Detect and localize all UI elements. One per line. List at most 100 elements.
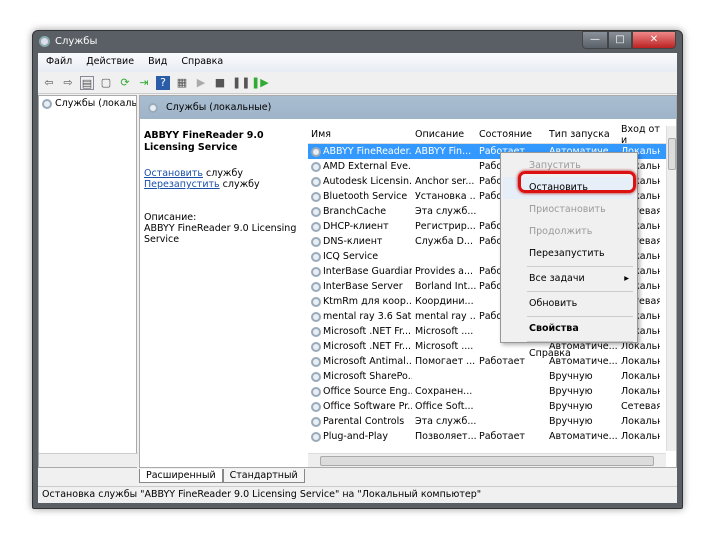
cell-name: Office Software Pr... [308,401,412,412]
console-tree-icon[interactable]: ▤ [80,75,94,90]
menu-item-all-tasks[interactable]: Все задачи ▸ [503,268,635,290]
menu-file[interactable]: Файл [46,56,72,69]
cell-name: ABBYY FineReader... [308,146,412,157]
column-description[interactable]: Описание [412,129,476,140]
menu-separator [527,266,633,267]
properties-icon[interactable]: ▢ [99,76,113,90]
back-icon[interactable]: ⇦ [42,76,56,90]
refresh-icon[interactable]: ⟳ [118,76,132,90]
service-name: Autodesk Licensin... [323,176,412,187]
service-name: KtmRm для коор... [323,296,412,307]
table-row[interactable]: Office Source Eng... Сохранен... Вручную Ло… [308,384,676,399]
service-gear-icon [311,386,321,397]
cell-desc: Microsoft .... [415,341,474,352]
cell-desc: mental ray ... [415,311,476,322]
view-icon[interactable]: ▦ [175,76,189,90]
pane-header: Службы (локальные) [140,96,676,119]
service-name: Microsoft .NET Fr... [323,326,412,337]
tab-extended[interactable]: Расширенный [139,469,223,483]
forward-icon[interactable]: ⇨ [61,76,75,90]
horizontal-scrollbar[interactable] [308,453,666,467]
service-gear-icon [311,221,321,232]
column-name[interactable]: Имя [308,129,412,140]
column-logon[interactable]: Вход от и [618,124,660,146]
menu-item-restart[interactable]: Перезапустить [503,243,635,265]
menu-view[interactable]: Вид [148,56,167,69]
description-label: Описание: [144,212,197,223]
pause-icon[interactable]: ❚❚ [232,76,250,90]
service-gear-icon [311,236,321,247]
menu-separator [527,341,633,342]
service-gear-icon [311,191,321,202]
services-icon [42,98,52,109]
service-name: Parental Controls [323,416,405,427]
menu-item-help[interactable]: Справка [503,343,635,365]
cell-name: Microsoft .NET Fr... [308,341,412,352]
cell-name: Plug-and-Play [308,431,412,442]
table-row[interactable]: Microsoft SharePo... Вручную Локальна [308,369,676,384]
cell-desc: Установка ... [415,191,476,202]
cell-desc: Регистрир... [415,221,476,232]
menu-item-refresh[interactable]: Обновить [503,293,635,315]
cell-desc: Provides a... [415,266,474,277]
services-icon [148,102,158,113]
menu-item-pause: Приостановить [529,204,606,215]
service-gear-icon [311,146,321,157]
tree-item-services-local[interactable]: Службы (локалы [39,96,136,111]
export-icon[interactable]: ⇥ [137,76,151,90]
stop-service-link[interactable]: Остановить [144,168,203,179]
menu-action[interactable]: Действие [86,56,134,69]
scroll-thumb[interactable] [668,138,676,170]
service-name: DNS-клиент [323,236,383,247]
window-title: Службы [55,36,98,47]
cell-name: InterBase Guardian [308,266,412,277]
cell-name: DHCP-клиент [308,221,412,232]
service-gear-icon [311,416,321,427]
menu-item-resume: Продолжить [529,226,593,237]
title-bar: Службы [39,36,97,47]
restart-service-link[interactable]: Перезапустить [144,179,220,190]
cell-logon: Сетевая [621,401,660,412]
vertical-scrollbar[interactable] [666,126,676,451]
service-gear-icon [311,206,321,217]
start-icon[interactable]: ▶ [194,76,208,90]
service-gear-icon [311,251,321,262]
cell-name: Bluetooth Service [308,191,412,202]
list-header: Имя Описание Состояние Тип запуска Вход … [308,124,676,146]
cell-name: InterBase Server [308,281,412,292]
cell-desc: Служба D... [415,236,473,247]
table-row[interactable]: Plug-and-Play Позволяет... Работает Автомат… [308,429,676,444]
tree-item-label: Службы (локалы [55,98,136,109]
table-row[interactable]: Parental Controls Эта служб... Вручную Лока… [308,414,676,429]
cell-name: AMD External Eve... [308,161,412,172]
help-icon[interactable]: ? [156,75,170,90]
cell-name: BranchCache [308,206,412,217]
menu-separator [527,316,633,317]
column-state[interactable]: Состояние [476,129,546,140]
restart-icon[interactable]: ❚▶ [251,76,269,90]
minimize-button[interactable]: — [582,31,608,49]
table-row[interactable]: Office Software Pr... Office Soft... Вручн… [308,399,676,414]
cell-type: Вручную [549,416,593,427]
cell-name: Autodesk Licensin... [308,176,412,187]
close-button[interactable]: ✕ [632,31,676,49]
column-startup-type[interactable]: Тип запуска [546,129,618,140]
service-gear-icon [311,431,321,442]
scroll-thumb[interactable] [320,456,654,466]
service-gear-icon [311,296,321,307]
service-name: Office Software Pr... [323,401,412,412]
maximize-button[interactable]: □ [608,31,632,49]
cell-logon: Локальна [621,431,660,442]
description-text: ABBYY FineReader 9.0 Licensing Service [144,223,297,245]
service-gear-icon [311,281,321,292]
menu-bar: Файл Действие Вид Справка [38,53,677,72]
tab-standard[interactable]: Стандартный [222,469,305,483]
menu-help[interactable]: Справка [181,56,223,69]
service-gear-icon [311,356,321,367]
stop-icon[interactable]: ■ [213,76,227,90]
cell-desc: Эта служб... [415,206,476,217]
tree-horizontal-scrollbar[interactable] [39,453,138,467]
menu-item-properties[interactable]: Свойства [503,318,635,340]
menu-item-label: Все задачи [529,273,585,284]
highlight-annotation [518,171,636,193]
